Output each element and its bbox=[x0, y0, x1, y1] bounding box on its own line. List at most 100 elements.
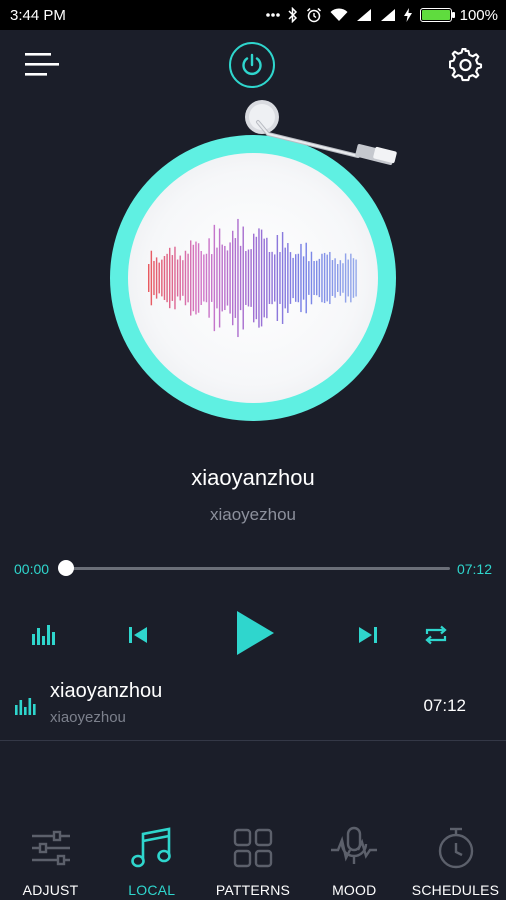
visualizer-bar bbox=[224, 245, 226, 311]
music-note-icon bbox=[130, 827, 171, 868]
list-item[interactable]: xiaoyanzhou xiaoyezhou 07:12 bbox=[0, 672, 506, 740]
dots-icon bbox=[265, 12, 280, 18]
visualizer-bar bbox=[239, 245, 242, 311]
status-icons: 100% bbox=[265, 6, 498, 24]
progress-bar[interactable] bbox=[58, 560, 450, 576]
nav-label: MOOD bbox=[332, 882, 377, 898]
battery-percent: 100% bbox=[459, 6, 498, 24]
repeat-button[interactable] bbox=[420, 619, 452, 651]
visualizer-bar bbox=[234, 238, 237, 318]
visualizer-bar bbox=[308, 261, 310, 295]
nav-mood[interactable]: MOOD bbox=[304, 820, 405, 900]
signal-icon-2 bbox=[380, 8, 396, 22]
play-button[interactable] bbox=[226, 605, 282, 661]
visualizer-bar bbox=[247, 249, 250, 307]
visualizer-bar bbox=[274, 254, 276, 302]
visualizer-bar bbox=[184, 250, 187, 306]
visualizer-bar bbox=[331, 260, 334, 296]
visualizer-bar bbox=[352, 258, 355, 298]
visualizer-bar bbox=[271, 251, 273, 305]
visualizer-bar bbox=[326, 254, 328, 302]
visualizer-bar bbox=[321, 253, 323, 303]
top-bar bbox=[0, 30, 506, 100]
nav-label: ADJUST bbox=[22, 882, 79, 898]
visualizer-bar bbox=[179, 255, 181, 301]
visualizer-bar bbox=[316, 260, 318, 296]
visualizer-bar bbox=[337, 264, 339, 292]
nav-local[interactable]: LOCAL bbox=[101, 820, 202, 900]
bluetooth-icon bbox=[288, 7, 298, 23]
disc-face bbox=[128, 153, 378, 403]
nav-adjust[interactable]: ADJUST bbox=[0, 820, 101, 900]
gear-icon bbox=[448, 47, 483, 82]
list-item-artist: xiaoyezhou bbox=[50, 709, 126, 726]
menu-button[interactable] bbox=[24, 50, 60, 80]
total-time: 07:12 bbox=[456, 561, 492, 577]
visualizer-bar bbox=[260, 229, 263, 327]
visualizer-bar bbox=[242, 226, 244, 330]
visualizer-bar bbox=[266, 237, 268, 319]
grid-icon bbox=[233, 828, 273, 868]
next-button[interactable] bbox=[352, 619, 384, 651]
alarm-icon bbox=[306, 7, 322, 23]
visualizer-bar bbox=[253, 233, 255, 323]
visualizer-bar bbox=[208, 238, 210, 318]
equalizer-button[interactable] bbox=[28, 619, 60, 651]
audio-visualizer bbox=[148, 218, 357, 338]
visualizer-bar bbox=[258, 228, 260, 328]
song-title: xiaoyanzhou bbox=[191, 465, 315, 490]
status-bar: 3:44 PM 100% bbox=[0, 0, 506, 30]
visualizer-bar bbox=[318, 258, 321, 298]
visualizer-bar bbox=[329, 251, 331, 305]
list-item-duration: 07:12 bbox=[423, 696, 466, 715]
visualizer-bar bbox=[284, 247, 286, 309]
visualizer-bar bbox=[245, 251, 247, 305]
visualizer-bar bbox=[176, 259, 179, 297]
power-button[interactable] bbox=[229, 42, 275, 88]
visualizer-bar bbox=[195, 241, 197, 315]
visualizer-bar bbox=[174, 246, 176, 310]
visualizer-bar bbox=[226, 250, 229, 306]
visualizer-bar bbox=[163, 256, 166, 300]
visualizer-bar bbox=[218, 228, 221, 328]
menu-icon bbox=[25, 53, 59, 76]
visualizer-bar bbox=[255, 236, 258, 320]
settings-button[interactable] bbox=[448, 47, 483, 82]
power-icon bbox=[242, 53, 262, 76]
progress-thumb[interactable] bbox=[58, 560, 74, 576]
visualizer-bar bbox=[200, 251, 202, 305]
visualizer-bar bbox=[187, 253, 189, 303]
stopwatch-icon bbox=[438, 827, 473, 869]
visualizer-bar bbox=[190, 240, 192, 316]
visualizer-bar bbox=[350, 253, 352, 303]
visualizer-bar bbox=[197, 243, 200, 313]
battery-icon bbox=[419, 8, 455, 22]
visualizer-bar bbox=[342, 263, 344, 293]
visualizer-bar bbox=[221, 244, 223, 312]
visualizer-bar bbox=[153, 260, 155, 296]
visualizer-bar bbox=[237, 218, 239, 338]
sliders-icon bbox=[31, 830, 70, 866]
visualizer-bar bbox=[148, 264, 150, 292]
turntable-disc bbox=[110, 135, 396, 421]
visualizer-bar bbox=[339, 260, 342, 296]
playback-controls bbox=[0, 605, 506, 661]
nav-patterns[interactable]: PATTERNS bbox=[203, 820, 304, 900]
visualizer-bar bbox=[313, 261, 315, 295]
visualizer-bar bbox=[323, 252, 326, 304]
visualizer-bar bbox=[297, 253, 300, 303]
visualizer-bar bbox=[213, 224, 216, 332]
previous-button[interactable] bbox=[122, 619, 154, 651]
visualizer-bar bbox=[310, 251, 313, 305]
visualizer-bar bbox=[295, 254, 297, 302]
visualizer-bar bbox=[334, 258, 336, 298]
visualizer-bar bbox=[287, 243, 289, 313]
visualizer-bar bbox=[171, 255, 174, 301]
visualizer-bar bbox=[232, 230, 234, 326]
visualizer-bar bbox=[268, 252, 271, 304]
visualizer-bar bbox=[279, 252, 281, 304]
visualizer-bar bbox=[229, 242, 231, 314]
visualizer-bar bbox=[150, 250, 153, 306]
nav-schedules[interactable]: SCHEDULES bbox=[405, 820, 506, 900]
visualizer-bar bbox=[289, 252, 292, 304]
